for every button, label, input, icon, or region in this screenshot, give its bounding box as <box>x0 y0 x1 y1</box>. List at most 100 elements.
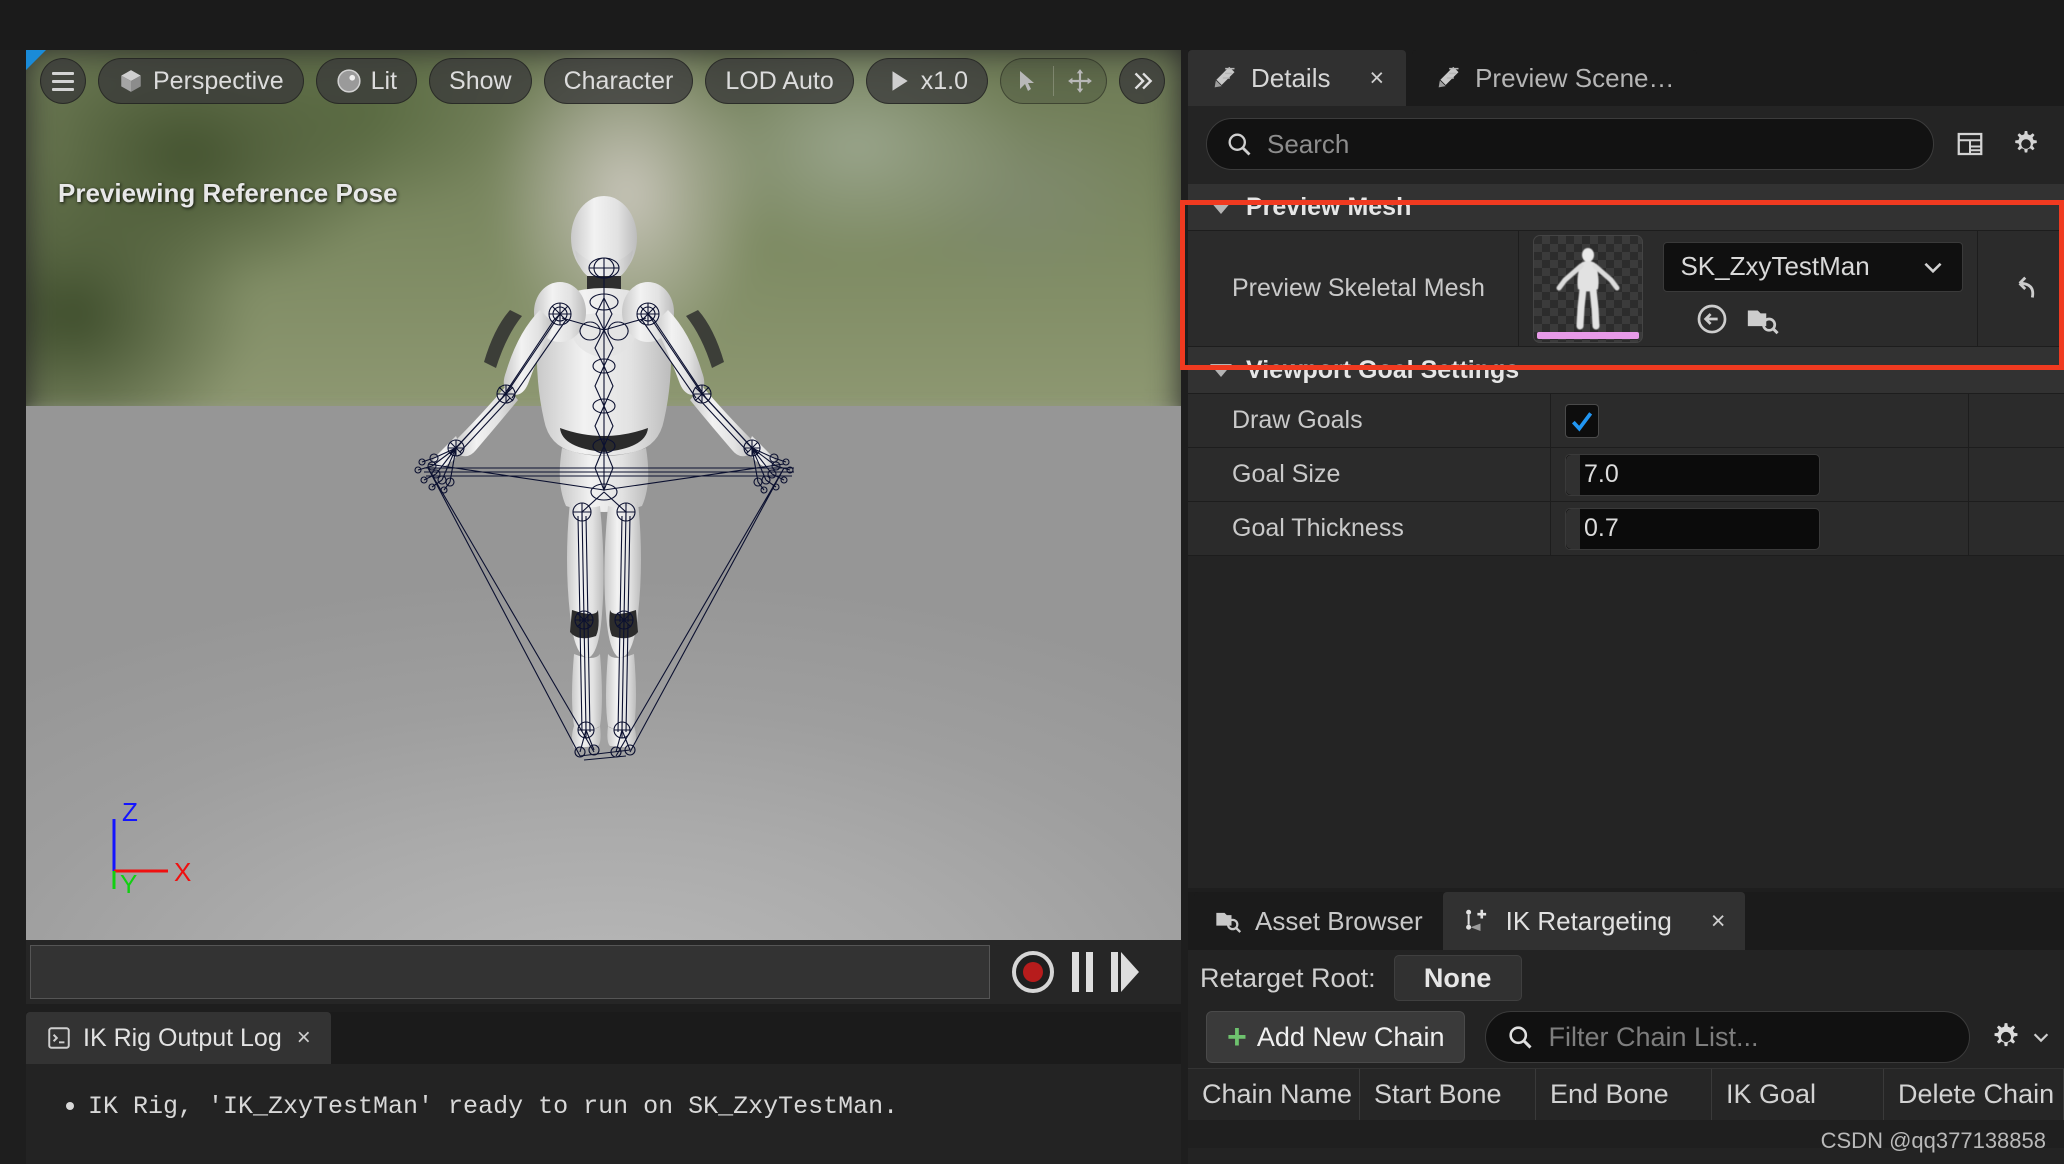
column-header-chain-name[interactable]: Chain Name <box>1188 1069 1360 1120</box>
output-log-panel: IK Rig Output Log × IK Rig, 'IK_ZxyTestM… <box>26 1012 1181 1164</box>
column-header-end-bone[interactable]: End Bone <box>1536 1069 1712 1120</box>
ik-retarget-icon <box>1465 909 1486 931</box>
search-icon <box>1509 1026 1533 1049</box>
play-icon <box>892 71 908 91</box>
cube-icon <box>121 70 141 92</box>
thumbnail-type-bar <box>1537 331 1640 339</box>
filter-chain-input[interactable]: Filter Chain List... <box>1485 1011 1970 1063</box>
plus-icon: + <box>1227 1018 1247 1056</box>
tab-asset-browser[interactable]: Asset Browser <box>1194 892 1443 950</box>
viewport-timeline-bar[interactable] <box>26 940 1181 1004</box>
timeline-controls[interactable] <box>1012 951 1139 993</box>
retargeting-tabbar[interactable]: Asset Browser IK Retargeting × <box>1188 892 2064 950</box>
playrate-label: x1.0 <box>920 66 969 95</box>
details-tabbar[interactable]: Details × Preview Scene… <box>1188 50 2064 106</box>
step-forward-icon <box>1111 952 1118 992</box>
draw-goals-checkbox[interactable] <box>1565 403 1599 438</box>
log-bullet <box>66 1102 74 1110</box>
column-header-start-bone[interactable]: Start Bone <box>1360 1069 1536 1120</box>
property-row-goal-size[interactable]: Goal Size 7.0 <box>1188 448 2064 502</box>
checkmark-icon <box>1571 411 1593 431</box>
section-header-viewport-goal-settings[interactable]: Viewport Goal Settings <box>1188 347 2064 394</box>
shading-mode-lit-button[interactable]: Lit <box>315 58 418 104</box>
lod-menu-button[interactable]: LOD Auto <box>705 58 854 104</box>
retarget-root-row: Retarget Root: None <box>1188 950 2064 1006</box>
close-icon[interactable]: × <box>1369 64 1384 93</box>
asset-picker[interactable]: SK_ZxyTestMan <box>1663 241 1964 336</box>
column-header-delete-chain[interactable]: Delete Chain <box>1884 1069 2064 1120</box>
tab-preview-scene-label: Preview Scene… <box>1475 62 1675 93</box>
column-layout-button[interactable] <box>1950 124 1990 164</box>
property-value[interactable]: 7.0 <box>1550 448 1968 501</box>
viewport-3d[interactable]: Z X Y Perspective Lit Show Character LOD… <box>26 50 1181 940</box>
add-new-chain-button[interactable]: + Add New Chain <box>1206 1011 1466 1063</box>
lod-label: LOD Auto <box>725 66 834 95</box>
close-icon[interactable]: × <box>1711 907 1726 936</box>
output-log-body[interactable]: IK Rig, 'IK_ZxyTestMan' ready to run on … <box>26 1064 1181 1164</box>
transform-tool-group[interactable] <box>1000 58 1108 104</box>
viewport-more-options-button[interactable] <box>1119 58 1166 104</box>
property-row-draw-goals[interactable]: Draw Goals <box>1188 394 2064 448</box>
lit-sphere-icon <box>337 69 361 93</box>
output-log-tab-label: IK Rig Output Log <box>83 1023 282 1052</box>
property-value[interactable]: 0.7 <box>1550 502 1968 555</box>
perspective-label: Perspective <box>153 66 284 95</box>
select-tool-button[interactable] <box>1001 58 1053 104</box>
preview-skeletal-mesh-dropdown[interactable]: SK_ZxyTestMan <box>1663 241 1964 292</box>
axis-label-z: Z <box>122 801 138 827</box>
property-row-preview-skeletal-mesh[interactable]: Preview Skeletal Mesh SK_ZxyTestMan <box>1188 231 2064 347</box>
tab-preview-scene[interactable]: Preview Scene… <box>1412 50 1697 106</box>
app-window: Z X Y Perspective Lit Show Character LOD… <box>0 0 2064 1164</box>
goal-thickness-input[interactable]: 0.7 <box>1565 507 1820 550</box>
section-title: Preview Mesh <box>1246 192 1412 221</box>
close-icon[interactable]: × <box>297 1024 311 1052</box>
console-log-icon <box>48 1027 70 1049</box>
skeletal-mesh-thumbnail[interactable] <box>1533 234 1644 343</box>
settings-gear-icon <box>1994 1023 2018 1047</box>
viewport-toolbar[interactable]: Perspective Lit Show Character LOD Auto <box>26 50 1166 112</box>
chevron-down-icon <box>2033 1033 2049 1043</box>
log-entry: IK Rig, 'IK_ZxyTestMan' ready to run on … <box>88 1092 899 1121</box>
tab-ik-rig-output-log[interactable]: IK Rig Output Log × <box>26 1012 331 1064</box>
row-spacer <box>1968 394 2064 447</box>
asset-action-icons[interactable] <box>1663 302 1963 336</box>
playback-speed-button[interactable]: x1.0 <box>865 58 989 104</box>
character-label: Character <box>563 66 674 95</box>
asset-browser-icon <box>1216 912 1242 933</box>
retargeting-settings-button[interactable] <box>1990 1021 2052 1053</box>
ik-retargeting-panel: Asset Browser IK Retargeting × Retarget … <box>1188 892 2064 1164</box>
details-settings-button[interactable] <box>2006 124 2046 164</box>
browse-to-asset-icon[interactable] <box>1745 302 1780 336</box>
tab-details[interactable]: Details × <box>1188 50 1407 106</box>
reset-to-default-button[interactable] <box>1977 231 2064 346</box>
retargeting-toolbar[interactable]: + Add New Chain Filter Chain List... <box>1188 1006 2064 1068</box>
character-menu-button[interactable]: Character <box>543 58 694 104</box>
property-value[interactable]: SK_ZxyTestMan <box>1518 231 1977 346</box>
search-input[interactable]: Search <box>1206 118 1934 170</box>
step-forward-button[interactable] <box>1111 952 1139 992</box>
axis-gizmo: Z X Y <box>96 797 206 899</box>
property-value[interactable] <box>1550 394 1968 447</box>
tab-details-label: Details <box>1251 62 1331 93</box>
asset-name: SK_ZxyTestMan <box>1680 251 1870 281</box>
details-search-row[interactable]: Search <box>1188 106 2064 184</box>
section-header-preview-mesh[interactable]: Preview Mesh <box>1188 184 2064 231</box>
timeline-track[interactable] <box>30 945 990 999</box>
chevron-down-icon <box>1210 363 1232 377</box>
search-placeholder: Search <box>1267 128 1350 159</box>
record-button[interactable] <box>1012 951 1054 993</box>
tab-ik-retargeting[interactable]: IK Retargeting × <box>1442 892 1746 950</box>
pause-button[interactable] <box>1072 952 1093 992</box>
column-header-ik-goal[interactable]: IK Goal <box>1712 1069 1884 1120</box>
view-mode-perspective-button[interactable]: Perspective <box>98 58 304 104</box>
use-selected-asset-icon[interactable] <box>1695 302 1729 336</box>
move-tool-button[interactable] <box>1054 58 1106 104</box>
show-menu-button[interactable]: Show <box>429 58 532 104</box>
goal-size-input[interactable]: 7.0 <box>1565 453 1820 496</box>
viewport-container[interactable]: Z X Y Perspective Lit Show Character LOD… <box>26 50 1181 940</box>
property-row-goal-thickness[interactable]: Goal Thickness 0.7 <box>1188 502 2064 556</box>
preview-character[interactable] <box>394 190 814 910</box>
top-strip <box>0 0 2064 50</box>
viewport-menu-button[interactable] <box>40 58 86 104</box>
retarget-root-value[interactable]: None <box>1393 955 1522 1001</box>
